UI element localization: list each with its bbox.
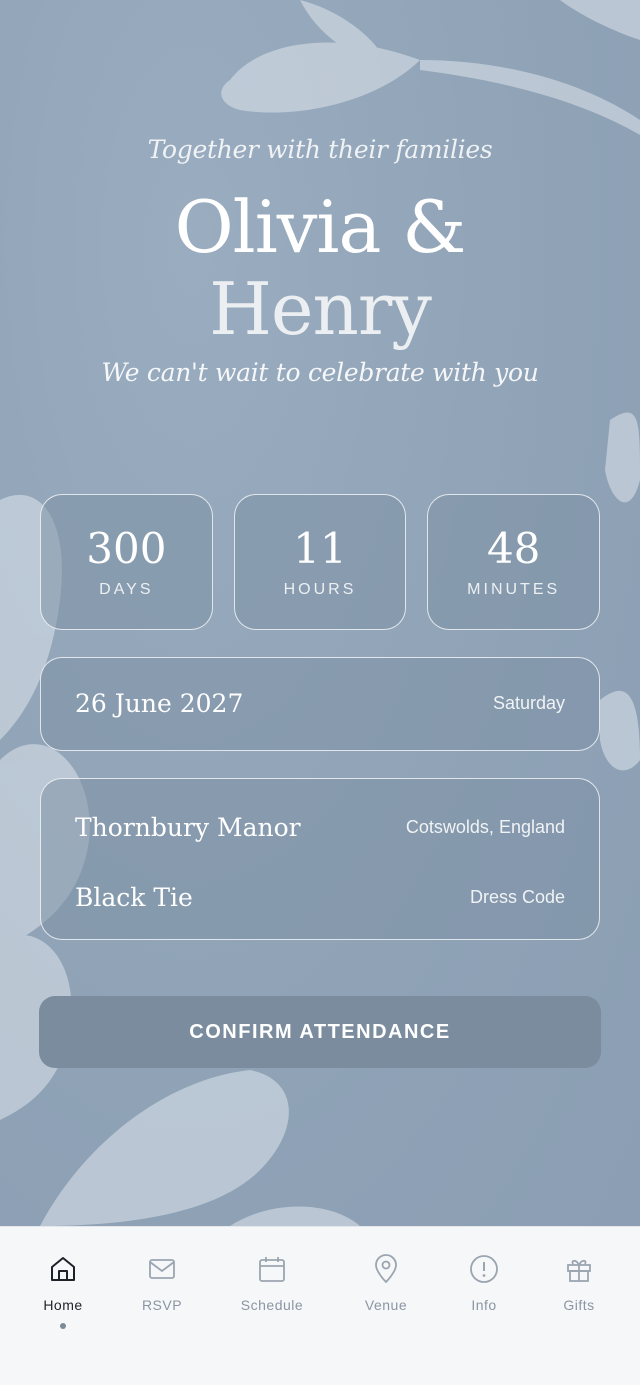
dress-code-label: Dress Code (469, 886, 565, 907)
dress-code-value: Black Tie (75, 882, 193, 912)
calendar-icon (259, 1257, 285, 1282)
bottom-tab-bar: Home RSVP Schedule Venue Info Gifts (0, 1226, 640, 1385)
countdown-unit: DAYS (99, 581, 154, 598)
hero: Together with their families Olivia & He… (0, 135, 640, 387)
countdown-hours: 11 HOURS (233, 494, 407, 630)
map-pin-icon (375, 1254, 397, 1284)
confirm-attendance-button[interactable]: CONFIRM ATTENDANCE (39, 996, 601, 1068)
countdown-unit: MINUTES (467, 581, 561, 598)
venue-name: Thornbury Manor (75, 812, 301, 842)
tab-label: Gifts (563, 1297, 595, 1313)
tagline: Together with their families (147, 135, 493, 164)
tab-label: Info (471, 1297, 497, 1313)
countdown-minutes: 48 MINUTES (427, 494, 601, 630)
tab-label: Venue (364, 1297, 408, 1313)
subline: We can't wait to celebrate with you (101, 358, 539, 387)
venue-card: Thornbury Manor Cotswolds, England Black… (40, 778, 600, 940)
tab-gifts[interactable]: Gifts (534, 1253, 624, 1313)
tab-schedule[interactable]: Schedule (227, 1253, 317, 1313)
wedding-date: 26 June 2027 (75, 689, 244, 718)
couple-names: Olivia & Henry (0, 186, 640, 350)
weekday: Saturday (492, 693, 565, 713)
tab-label: RSVP (141, 1297, 183, 1313)
countdown-unit: HOURS (283, 581, 357, 598)
tab-home[interactable]: Home (18, 1253, 108, 1329)
countdown-value: 11 (293, 524, 347, 573)
active-indicator (60, 1323, 66, 1329)
mail-icon (149, 1259, 175, 1279)
gift-icon (567, 1259, 591, 1282)
info-icon (470, 1255, 498, 1283)
name-line-1: Olivia & (174, 185, 467, 269)
countdown: 300 DAYS 11 HOURS 48 MINUTES (40, 494, 601, 630)
date-card: 26 June 2027 Saturday (40, 657, 600, 751)
tab-venue[interactable]: Venue (341, 1253, 431, 1313)
tab-info[interactable]: Info (439, 1253, 529, 1313)
tab-label: Home (43, 1297, 83, 1313)
countdown-value: 48 (486, 524, 541, 573)
countdown-days: 300 DAYS (40, 494, 213, 630)
home-icon (51, 1257, 75, 1281)
name-line-2: Henry (209, 267, 432, 351)
tab-label: Schedule (240, 1297, 304, 1313)
countdown-value: 300 (86, 524, 167, 573)
venue-location: Cotswolds, England (405, 816, 565, 837)
tab-rsvp[interactable]: RSVP (117, 1253, 207, 1313)
